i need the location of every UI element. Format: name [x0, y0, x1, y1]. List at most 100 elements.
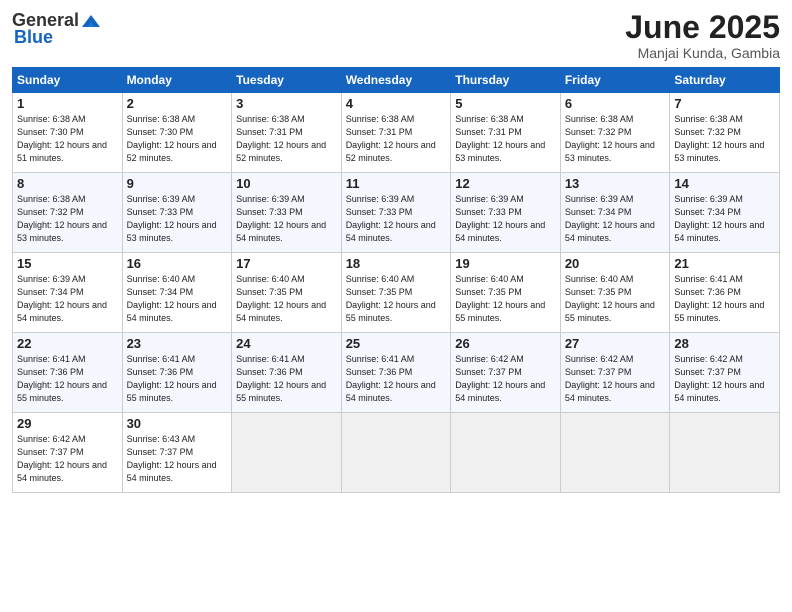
daylight-label: Daylight: 12 hours and 55 minutes.: [674, 300, 764, 323]
daylight-label: Daylight: 12 hours and 54 minutes.: [236, 300, 326, 323]
day-number: 16: [127, 256, 228, 271]
sunset-label: Sunset: 7:33 PM: [455, 207, 522, 217]
daylight-label: Daylight: 12 hours and 55 minutes.: [17, 380, 107, 403]
day-number: 5: [455, 96, 556, 111]
daylight-label: Daylight: 12 hours and 51 minutes.: [17, 140, 107, 163]
day-info: Sunrise: 6:39 AM Sunset: 7:33 PM Dayligh…: [127, 193, 228, 245]
sunrise-label: Sunrise: 6:40 AM: [236, 274, 305, 284]
sunset-label: Sunset: 7:31 PM: [236, 127, 303, 137]
daylight-label: Daylight: 12 hours and 54 minutes.: [127, 460, 217, 483]
daylight-label: Daylight: 12 hours and 54 minutes.: [17, 300, 107, 323]
sunrise-label: Sunrise: 6:38 AM: [236, 114, 305, 124]
daylight-label: Daylight: 12 hours and 54 minutes.: [236, 220, 326, 243]
calendar-header-row: Sunday Monday Tuesday Wednesday Thursday…: [13, 68, 780, 93]
daylight-label: Daylight: 12 hours and 54 minutes.: [565, 220, 655, 243]
sunset-label: Sunset: 7:37 PM: [17, 447, 84, 457]
calendar-cell: 3 Sunrise: 6:38 AM Sunset: 7:31 PM Dayli…: [232, 93, 342, 173]
day-number: 24: [236, 336, 337, 351]
calendar-cell: [670, 413, 780, 493]
sunset-label: Sunset: 7:37 PM: [127, 447, 194, 457]
sunset-label: Sunset: 7:32 PM: [674, 127, 741, 137]
sunrise-label: Sunrise: 6:39 AM: [236, 194, 305, 204]
sunset-label: Sunset: 7:30 PM: [127, 127, 194, 137]
day-info: Sunrise: 6:41 AM Sunset: 7:36 PM Dayligh…: [127, 353, 228, 405]
sunrise-label: Sunrise: 6:38 AM: [674, 114, 743, 124]
day-number: 1: [17, 96, 118, 111]
sunset-label: Sunset: 7:36 PM: [674, 287, 741, 297]
day-number: 27: [565, 336, 666, 351]
calendar-cell: 6 Sunrise: 6:38 AM Sunset: 7:32 PM Dayli…: [560, 93, 670, 173]
sunset-label: Sunset: 7:32 PM: [17, 207, 84, 217]
logo-icon: [80, 13, 102, 29]
sunset-label: Sunset: 7:34 PM: [17, 287, 84, 297]
sunrise-label: Sunrise: 6:40 AM: [565, 274, 634, 284]
sunrise-label: Sunrise: 6:38 AM: [346, 114, 415, 124]
sunrise-label: Sunrise: 6:41 AM: [674, 274, 743, 284]
daylight-label: Daylight: 12 hours and 52 minutes.: [127, 140, 217, 163]
title-block: June 2025 Manjai Kunda, Gambia: [625, 10, 780, 61]
day-number: 25: [346, 336, 447, 351]
sunset-label: Sunset: 7:33 PM: [236, 207, 303, 217]
daylight-label: Daylight: 12 hours and 53 minutes.: [17, 220, 107, 243]
calendar-cell: 16 Sunrise: 6:40 AM Sunset: 7:34 PM Dayl…: [122, 253, 232, 333]
day-number: 22: [17, 336, 118, 351]
daylight-label: Daylight: 12 hours and 54 minutes.: [346, 380, 436, 403]
day-info: Sunrise: 6:40 AM Sunset: 7:35 PM Dayligh…: [346, 273, 447, 325]
sunset-label: Sunset: 7:34 PM: [674, 207, 741, 217]
calendar-cell: 20 Sunrise: 6:40 AM Sunset: 7:35 PM Dayl…: [560, 253, 670, 333]
header-thursday: Thursday: [451, 68, 561, 93]
day-number: 17: [236, 256, 337, 271]
day-number: 8: [17, 176, 118, 191]
calendar-cell: 22 Sunrise: 6:41 AM Sunset: 7:36 PM Dayl…: [13, 333, 123, 413]
sunset-label: Sunset: 7:30 PM: [17, 127, 84, 137]
calendar-cell: 14 Sunrise: 6:39 AM Sunset: 7:34 PM Dayl…: [670, 173, 780, 253]
day-info: Sunrise: 6:38 AM Sunset: 7:30 PM Dayligh…: [17, 113, 118, 165]
calendar-row-3: 15 Sunrise: 6:39 AM Sunset: 7:34 PM Dayl…: [13, 253, 780, 333]
day-info: Sunrise: 6:40 AM Sunset: 7:35 PM Dayligh…: [565, 273, 666, 325]
sunset-label: Sunset: 7:37 PM: [565, 367, 632, 377]
sunset-label: Sunset: 7:31 PM: [455, 127, 522, 137]
calendar-cell: [232, 413, 342, 493]
day-info: Sunrise: 6:39 AM Sunset: 7:34 PM Dayligh…: [674, 193, 775, 245]
sunset-label: Sunset: 7:34 PM: [127, 287, 194, 297]
sunrise-label: Sunrise: 6:43 AM: [127, 434, 196, 444]
day-info: Sunrise: 6:38 AM Sunset: 7:30 PM Dayligh…: [127, 113, 228, 165]
sunset-label: Sunset: 7:36 PM: [17, 367, 84, 377]
day-info: Sunrise: 6:41 AM Sunset: 7:36 PM Dayligh…: [17, 353, 118, 405]
calendar-cell: 13 Sunrise: 6:39 AM Sunset: 7:34 PM Dayl…: [560, 173, 670, 253]
header-tuesday: Tuesday: [232, 68, 342, 93]
daylight-label: Daylight: 12 hours and 53 minutes.: [127, 220, 217, 243]
calendar-title: June 2025: [625, 10, 780, 45]
sunset-label: Sunset: 7:35 PM: [565, 287, 632, 297]
day-number: 10: [236, 176, 337, 191]
daylight-label: Daylight: 12 hours and 53 minutes.: [565, 140, 655, 163]
calendar-row-2: 8 Sunrise: 6:38 AM Sunset: 7:32 PM Dayli…: [13, 173, 780, 253]
day-number: 14: [674, 176, 775, 191]
calendar-cell: 7 Sunrise: 6:38 AM Sunset: 7:32 PM Dayli…: [670, 93, 780, 173]
sunrise-label: Sunrise: 6:39 AM: [455, 194, 524, 204]
day-info: Sunrise: 6:38 AM Sunset: 7:31 PM Dayligh…: [346, 113, 447, 165]
sunset-label: Sunset: 7:33 PM: [127, 207, 194, 217]
daylight-label: Daylight: 12 hours and 54 minutes.: [127, 300, 217, 323]
sunrise-label: Sunrise: 6:41 AM: [17, 354, 86, 364]
calendar-cell: 30 Sunrise: 6:43 AM Sunset: 7:37 PM Dayl…: [122, 413, 232, 493]
sunset-label: Sunset: 7:34 PM: [565, 207, 632, 217]
day-info: Sunrise: 6:40 AM Sunset: 7:35 PM Dayligh…: [236, 273, 337, 325]
sunset-label: Sunset: 7:37 PM: [455, 367, 522, 377]
day-info: Sunrise: 6:40 AM Sunset: 7:34 PM Dayligh…: [127, 273, 228, 325]
sunrise-label: Sunrise: 6:40 AM: [455, 274, 524, 284]
logo-blue-text: Blue: [14, 27, 53, 48]
day-number: 30: [127, 416, 228, 431]
daylight-label: Daylight: 12 hours and 55 minutes.: [127, 380, 217, 403]
day-number: 21: [674, 256, 775, 271]
calendar-cell: 21 Sunrise: 6:41 AM Sunset: 7:36 PM Dayl…: [670, 253, 780, 333]
day-info: Sunrise: 6:41 AM Sunset: 7:36 PM Dayligh…: [674, 273, 775, 325]
day-info: Sunrise: 6:41 AM Sunset: 7:36 PM Dayligh…: [346, 353, 447, 405]
daylight-label: Daylight: 12 hours and 55 minutes.: [565, 300, 655, 323]
sunrise-label: Sunrise: 6:39 AM: [127, 194, 196, 204]
day-info: Sunrise: 6:39 AM Sunset: 7:34 PM Dayligh…: [17, 273, 118, 325]
daylight-label: Daylight: 12 hours and 55 minutes.: [346, 300, 436, 323]
daylight-label: Daylight: 12 hours and 54 minutes.: [346, 220, 436, 243]
sunrise-label: Sunrise: 6:42 AM: [674, 354, 743, 364]
sunrise-label: Sunrise: 6:40 AM: [346, 274, 415, 284]
